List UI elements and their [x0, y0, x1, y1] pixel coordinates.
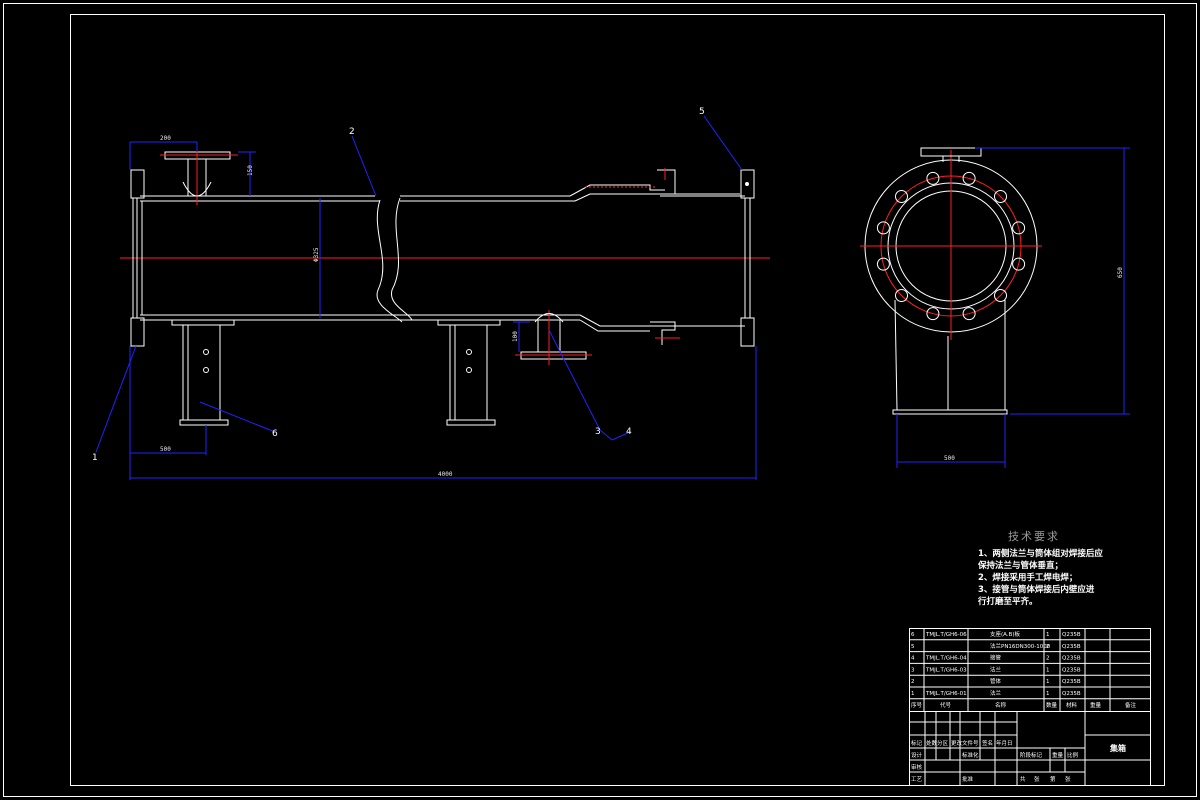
parts-header-cell: 序号	[911, 701, 923, 709]
note-line-5: 行打磨至平齐。	[977, 596, 1038, 607]
callout-3: 3	[595, 427, 601, 437]
tb-label-standard: 标准化	[962, 751, 979, 759]
parts-cell: TMJL.T/GH6-01	[925, 691, 967, 697]
left-flange-top	[130, 169, 145, 199]
parts-cell: 5	[911, 644, 915, 650]
note-line-1: 1、两侧法兰与筒体组对焊接后应	[978, 548, 1103, 559]
parts-cell: Q235B	[1062, 632, 1081, 638]
parts-header-cell: 备注	[1125, 701, 1137, 709]
parts-cell: 1	[1046, 691, 1050, 697]
parts-cell: 1	[1046, 667, 1050, 673]
parts-header-cell: 代号	[940, 701, 952, 709]
parts-header-cell: 名称	[995, 701, 1007, 709]
tb-label-design: 设计	[911, 751, 923, 759]
parts-cell: 接管	[990, 654, 1002, 662]
tb-label-zone: 分区	[937, 739, 949, 747]
parts-list: 6 TMJL.T/GH6-06 支座(A.B)板 1 Q235B 5 法兰PN16DN300…	[909, 628, 1151, 712]
parts-cell: Q235B	[1062, 644, 1081, 650]
parts-header-cell: 材料	[1066, 701, 1078, 709]
parts-cell: 2	[1046, 656, 1050, 662]
parts-cell: 2	[911, 679, 915, 685]
left-support	[171, 319, 235, 426]
parts-cell: TMJL.T/GH6-03	[925, 667, 967, 673]
callout-1: 1	[92, 453, 98, 463]
parts-cell: 1	[1046, 679, 1050, 685]
right-support	[437, 319, 501, 426]
bottom-right-bracket	[650, 321, 676, 345]
parts-cell: 4	[911, 656, 915, 662]
parts-cell: 2	[1046, 644, 1050, 650]
parts-cell: 3	[911, 667, 915, 673]
dim-nozzle-offset: 200	[160, 135, 171, 142]
right-flange-bottom	[740, 317, 755, 347]
tb-label-date: 年月日	[996, 739, 1013, 747]
note-line-3: 2、焊接采用手工焊电焊；	[978, 572, 1077, 583]
tb-label-scale: 比例	[1067, 751, 1079, 759]
tb-label-stage: 阶段标记	[1020, 751, 1043, 759]
dim-overall-length: 4000	[438, 471, 453, 478]
cad-drawing-canvas: 200 150 Φ325 500 4000 100 1 2 3 4 5 6 65…	[3, 3, 1197, 797]
callout-4: 4	[626, 427, 632, 437]
note-line-2: 保持法兰与管体垂直；	[977, 560, 1063, 571]
technical-notes: 技术要求 1、两侧法兰与筒体组对焊接后应 保持法兰与管体垂直； 2、焊接采用手工…	[977, 530, 1103, 607]
parts-header-cell: 数量	[1046, 701, 1058, 709]
callout-5: 5	[699, 107, 705, 117]
parts-cell: TMJL.T/GH6-06	[925, 632, 967, 638]
parts-rows: 6 TMJL.T/GH6-06 支座(A.B)板 1 Q235B 5 法兰PN16DN300…	[910, 630, 1150, 709]
drawing-title: 集箱	[1109, 743, 1126, 753]
dim-shell-diameter: Φ325	[313, 247, 320, 262]
tb-label-review: 审核	[911, 763, 923, 771]
parts-cell: Q235B	[1062, 667, 1081, 673]
dim-bottom-nozzle-height: 100	[512, 331, 519, 342]
bottom-nozzle	[515, 310, 592, 365]
parts-cell: 1	[1046, 632, 1050, 638]
break-line-2	[391, 197, 413, 321]
note-line-4: 3、接管与筒体焊接后内壁应进	[978, 584, 1095, 595]
parts-cell: TMJL.T/GH6-04	[925, 656, 967, 662]
parts-cell: 法兰PN16DN300-1000	[990, 642, 1051, 650]
tb-label-approve: 批准	[962, 775, 974, 783]
outer-sheet-border	[3, 3, 1197, 797]
callout-6: 6	[272, 429, 278, 439]
dim-side-height: 650	[1117, 267, 1124, 278]
parts-cell: 法兰	[990, 689, 1002, 697]
parts-cell: 管体	[990, 677, 1002, 685]
side-view: 650 500	[860, 147, 1130, 468]
parts-cell: Q235B	[1062, 679, 1081, 685]
parts-cell: 法兰	[990, 665, 1002, 673]
tb-label-count: 处数	[926, 739, 938, 747]
parts-cell: 6	[911, 632, 915, 638]
dim-nozzle-height: 150	[247, 165, 254, 176]
tb-label-sheet-no: 第	[1050, 775, 1056, 783]
tb-label-change-doc: 更改文件号	[951, 739, 979, 747]
left-flange-bottom	[130, 317, 145, 347]
tb-label-sheets-1: 张	[1034, 775, 1040, 783]
tb-label-weight: 重量	[1052, 751, 1064, 759]
tb-label-sheets-2: 张	[1065, 775, 1071, 783]
callout-2: 2	[349, 127, 355, 137]
parts-cell: Q235B	[1062, 691, 1081, 697]
tb-label-total: 共	[1020, 775, 1026, 783]
notes-title: 技术要求	[1008, 530, 1060, 543]
parts-cell: Q235B	[1062, 656, 1081, 662]
tb-label-mark: 标记	[911, 739, 923, 747]
parts-cell: 支座(A.B)板	[990, 630, 1020, 638]
parts-cell: 1	[911, 691, 915, 697]
title-block: 标记 处数 分区 更改文件号 签名 年月日 设计 标准化 阶段标记 重量 比例 …	[909, 711, 1151, 786]
dim-support-offset: 500	[160, 446, 171, 453]
tb-label-process: 工艺	[911, 776, 923, 783]
dim-side-base-width: 500	[944, 455, 955, 462]
tb-label-signature: 签名	[982, 739, 993, 747]
front-view: 200 150 Φ325 500 4000 100 1 2 3 4 5 6	[92, 107, 770, 480]
parts-header-cell: 重量	[1090, 701, 1102, 709]
